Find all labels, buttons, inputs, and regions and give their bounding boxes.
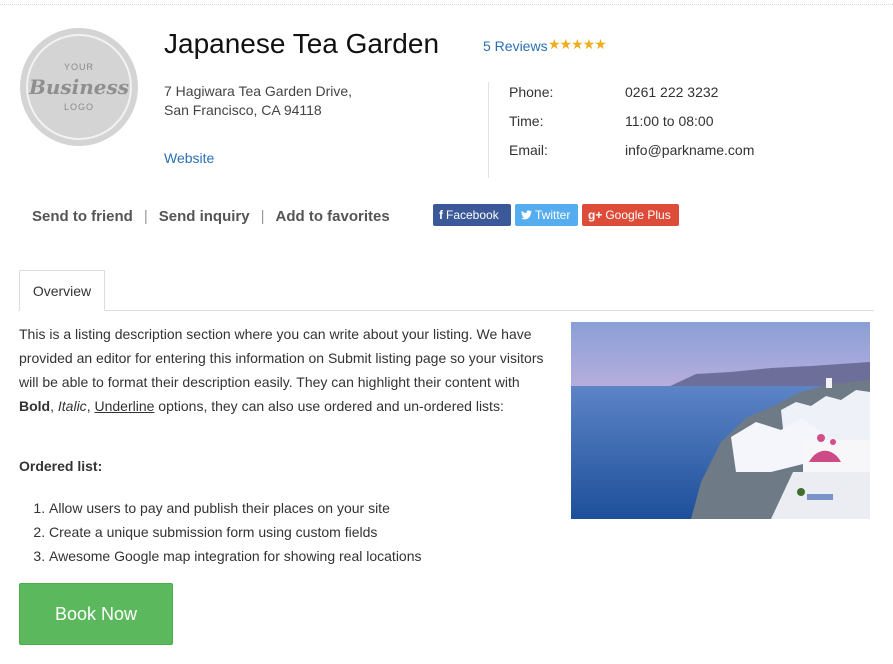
italic-text: Italic (57, 398, 87, 414)
add-to-favorites-link[interactable]: Add to favorites (276, 208, 390, 225)
list-item: Allow users to pay and publish their pla… (49, 496, 422, 520)
underline-text: Underline (94, 398, 155, 414)
googleplus-share-button[interactable]: g+ Google Plus (582, 204, 679, 226)
time-value: 11:00 to 08:00 (625, 113, 714, 129)
listing-title: Japanese Tea Garden (164, 28, 440, 59)
googleplus-label: Google Plus (605, 208, 671, 222)
list-item: Create a unique submission form using cu… (49, 520, 422, 544)
list-item: Awesome Google map integration for showi… (49, 544, 422, 568)
time-label: Time: (509, 113, 544, 129)
ordered-list-heading: Ordered list: (19, 458, 103, 474)
listing-address: 7 Hagiwara Tea Garden Drive, San Francis… (164, 83, 353, 118)
send-to-friend-link[interactable]: Send to friend (32, 208, 133, 225)
rating-stars-icon: ★★★★★ (548, 36, 607, 52)
phone-label: Phone: (509, 84, 554, 100)
reviews-link[interactable]: 5 Reviews (483, 38, 548, 54)
contact-divider (488, 82, 489, 178)
bold-text: Bold (19, 398, 51, 414)
business-logo: YOUR Business LOGO (20, 28, 138, 146)
logo-line-bottom: LOGO (63, 102, 94, 112)
facebook-share-button[interactable]: f Facebook (433, 204, 511, 226)
twitter-share-button[interactable]: Twitter (515, 204, 578, 226)
action-separator: | (260, 208, 265, 225)
top-divider (0, 4, 893, 5)
description-comma: , (50, 398, 58, 414)
listing-photo (571, 322, 870, 519)
santorini-photo (571, 322, 870, 519)
twitter-bird-icon (521, 210, 532, 220)
email-label: Email: (509, 142, 548, 158)
logo-line-business: Business (28, 75, 130, 99)
logo-badge: YOUR Business LOGO (26, 34, 132, 140)
facebook-label: Facebook (446, 208, 499, 222)
email-value: info@parkname.com (625, 142, 755, 158)
twitter-label: Twitter (535, 208, 571, 222)
listing-description: This is a listing description section wh… (19, 322, 549, 418)
description-text: This is a listing description section wh… (19, 326, 544, 390)
send-inquiry-link[interactable]: Send inquiry (159, 208, 250, 225)
listing-actions: Send to friend | Send inquiry | Add to favor… (32, 208, 390, 225)
facebook-icon: f (439, 208, 443, 222)
logo-line-top: YOUR (63, 62, 94, 72)
ordered-list: Allow users to pay and publish their pla… (19, 496, 422, 568)
book-now-button[interactable]: Book Now (19, 583, 173, 645)
tab-overview[interactable]: Overview (19, 270, 105, 311)
website-link[interactable]: Website (164, 150, 214, 166)
description-text-end: options, they can also use ordered and u… (154, 398, 504, 414)
action-separator: | (143, 208, 148, 225)
tab-bar (18, 310, 874, 311)
googleplus-icon: g+ (588, 208, 603, 222)
phone-value: 0261 222 3232 (625, 84, 719, 100)
